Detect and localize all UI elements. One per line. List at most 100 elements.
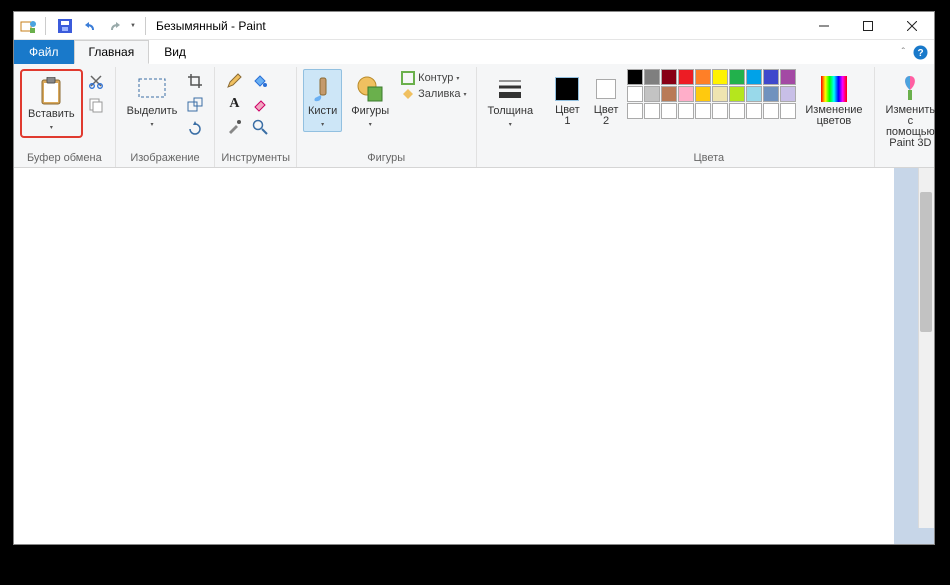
- magnifier-icon[interactable]: [250, 117, 270, 137]
- color-swatch[interactable]: [627, 103, 643, 119]
- edit-colors-button[interactable]: Изменение цветов: [800, 69, 867, 128]
- color-swatch[interactable]: [729, 86, 745, 102]
- group-label: Цвета: [550, 150, 867, 167]
- fill-icon[interactable]: [250, 71, 270, 91]
- color2-button[interactable]: Цвет 2: [589, 69, 624, 128]
- color-swatch[interactable]: [627, 69, 643, 85]
- brushes-label: Кисти: [308, 105, 337, 117]
- fillbucket-icon: [401, 87, 415, 101]
- tab-view[interactable]: Вид: [149, 40, 201, 64]
- tab-file[interactable]: Файл: [14, 40, 74, 64]
- color2-swatch: [596, 79, 616, 99]
- text-icon[interactable]: A: [224, 94, 244, 114]
- canvas[interactable]: [14, 168, 894, 544]
- eraser-icon[interactable]: [250, 94, 270, 114]
- color-swatch[interactable]: [712, 86, 728, 102]
- color-swatch[interactable]: [661, 86, 677, 102]
- group-label: Инструменты: [221, 150, 290, 167]
- qat-dropdown-icon[interactable]: ▼: [130, 23, 136, 29]
- group-label: Фигуры: [303, 150, 470, 167]
- color1-label: Цвет 1: [555, 104, 580, 127]
- pencil-icon[interactable]: [224, 71, 244, 91]
- group-paint3d: Изменить с помощью Paint 3D: [875, 67, 947, 167]
- color1-button[interactable]: Цвет 1: [550, 69, 585, 128]
- chevron-down-icon: ▾: [321, 122, 324, 128]
- vertical-scrollbar[interactable]: [918, 168, 934, 528]
- color-swatch[interactable]: [695, 103, 711, 119]
- color-swatch[interactable]: [695, 86, 711, 102]
- group-shapes: Кисти ▾ Фигуры ▾ Контур ▾ Заливка ▾ Фигуры: [297, 67, 477, 167]
- color-swatch[interactable]: [695, 69, 711, 85]
- color-swatch[interactable]: [780, 69, 796, 85]
- paste-button[interactable]: Вставить▾: [23, 72, 80, 135]
- chevron-down-icon: ▾: [369, 122, 372, 128]
- group-label: Изображение: [122, 150, 209, 167]
- paint3d-label: Изменить с помощью Paint 3D: [886, 104, 936, 149]
- eyedropper-icon[interactable]: [224, 117, 244, 137]
- color-swatch[interactable]: [763, 86, 779, 102]
- color-swatch[interactable]: [627, 86, 643, 102]
- shapes-button[interactable]: Фигуры ▾: [346, 69, 394, 132]
- color-swatch[interactable]: [644, 86, 660, 102]
- titlebar: ▼ Безымянный - Paint: [14, 12, 934, 40]
- tab-home[interactable]: Главная: [74, 40, 150, 64]
- chevron-down-icon: ▾: [509, 122, 512, 128]
- group-label: Буфер обмена: [20, 150, 109, 167]
- color-swatch[interactable]: [712, 69, 728, 85]
- save-icon[interactable]: [55, 16, 75, 36]
- ribbon: Вставить▾ Буфер обмена Выделить▾: [14, 64, 934, 168]
- select-label: Выделить: [127, 105, 178, 117]
- crop-icon[interactable]: [185, 71, 205, 91]
- paste-label: Вставить: [28, 108, 75, 120]
- size-button[interactable]: Толщина▾: [483, 69, 539, 132]
- paint-window: ▼ Безымянный - Paint Файл Главная Вид ˆ …: [13, 11, 935, 545]
- collapse-ribbon-icon[interactable]: ˆ: [902, 47, 905, 58]
- color-swatch[interactable]: [780, 103, 796, 119]
- brushes-button[interactable]: Кисти ▾: [303, 69, 342, 132]
- color-swatch[interactable]: [746, 69, 762, 85]
- help-icon[interactable]: ?: [913, 45, 928, 60]
- color-swatch[interactable]: [661, 103, 677, 119]
- shapes-label: Фигуры: [351, 105, 389, 117]
- outline-button[interactable]: Контур ▾: [401, 71, 466, 85]
- resize-icon[interactable]: [185, 95, 205, 115]
- canvas-area: [14, 168, 934, 544]
- color-swatch[interactable]: [763, 103, 779, 119]
- color-swatch[interactable]: [729, 69, 745, 85]
- group-label: [881, 150, 941, 167]
- color-swatch[interactable]: [644, 69, 660, 85]
- color-swatch[interactable]: [661, 69, 677, 85]
- color-swatch[interactable]: [729, 103, 745, 119]
- cut-icon[interactable]: [86, 71, 106, 91]
- color-swatch[interactable]: [780, 86, 796, 102]
- color-swatch[interactable]: [746, 103, 762, 119]
- select-icon: [137, 77, 167, 101]
- color-swatch[interactable]: [746, 86, 762, 102]
- chevron-down-icon: ▾: [151, 122, 154, 128]
- undo-icon[interactable]: [80, 16, 100, 36]
- copy-icon[interactable]: [86, 95, 106, 115]
- redo-icon[interactable]: [105, 16, 125, 36]
- scrollbar-thumb[interactable]: [920, 192, 932, 332]
- color-swatch[interactable]: [763, 69, 779, 85]
- color-swatch[interactable]: [678, 86, 694, 102]
- fill-button[interactable]: Заливка ▾: [401, 87, 466, 101]
- select-button[interactable]: Выделить ▾: [122, 69, 183, 132]
- color-swatch[interactable]: [644, 103, 660, 119]
- color1-swatch: [555, 77, 579, 101]
- group-clipboard: Вставить▾ Буфер обмена: [14, 67, 116, 167]
- group-image: Выделить ▾ Изображение: [116, 67, 216, 167]
- minimize-button[interactable]: [802, 12, 846, 40]
- group-tools: A Инструменты: [215, 67, 297, 167]
- close-button[interactable]: [890, 12, 934, 40]
- color-swatch[interactable]: [712, 103, 728, 119]
- maximize-button[interactable]: [846, 12, 890, 40]
- color-swatch[interactable]: [678, 103, 694, 119]
- rotate-icon[interactable]: [185, 119, 205, 139]
- outline-label: Контур: [418, 72, 453, 84]
- clipboard-icon: [38, 77, 64, 107]
- window-title: Безымянный - Paint: [156, 19, 802, 33]
- paint3d-button[interactable]: Изменить с помощью Paint 3D: [881, 69, 941, 150]
- color-swatch[interactable]: [678, 69, 694, 85]
- separator: [145, 17, 146, 35]
